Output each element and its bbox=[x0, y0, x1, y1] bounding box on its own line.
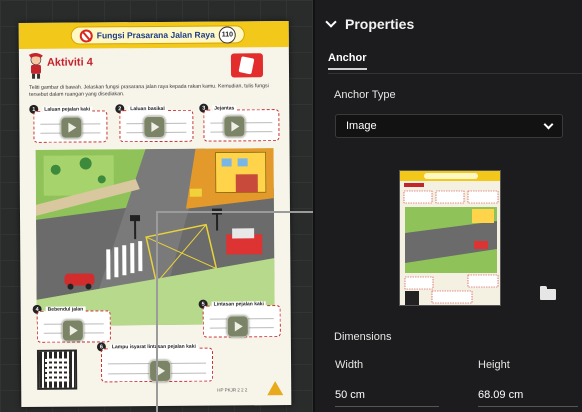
anchor-image-worksheet[interactable]: Fungsi Prasarana Jalan Raya 110 Aktiviti… bbox=[18, 21, 292, 407]
thumbnail-preview bbox=[400, 171, 500, 305]
activity-title: Aktiviti 4 bbox=[46, 56, 93, 69]
answer-box-label: Laluan pejalan kaki bbox=[42, 106, 93, 113]
anchor-section-tab[interactable]: Anchor bbox=[328, 52, 367, 70]
properties-panel: Properties Anchor Anchor Type Image Dime… bbox=[313, 0, 582, 412]
cards-icon bbox=[230, 53, 264, 78]
anchor-type-select[interactable]: Image bbox=[335, 114, 563, 138]
dimensions-label: Dimensions bbox=[334, 331, 392, 343]
anchor-type-label: Anchor Type bbox=[334, 89, 396, 101]
answer-box-label: Lintasan pejalan kaki bbox=[211, 301, 266, 308]
app-window: Fungsi Prasarana Jalan Raya 110 Aktiviti… bbox=[0, 0, 582, 412]
video-play-button-4[interactable] bbox=[61, 319, 84, 342]
worksheet-title-pill: Fungsi Prasarana Jalan Raya 110 bbox=[70, 25, 245, 45]
qr-code bbox=[36, 349, 78, 390]
warning-triangle-icon bbox=[267, 381, 284, 396]
anchor-gizmo-vertical[interactable] bbox=[156, 211, 158, 412]
answer-box-label: Bebendul jalan bbox=[45, 306, 86, 313]
anchor-image-thumbnail[interactable] bbox=[399, 170, 501, 306]
height-input[interactable]: 68.09 cm bbox=[478, 383, 578, 407]
folder-icon[interactable] bbox=[540, 286, 556, 300]
video-play-button-3[interactable] bbox=[223, 115, 246, 138]
height-label: Height bbox=[478, 359, 510, 371]
properties-header[interactable]: Properties bbox=[325, 12, 415, 36]
answer-box-label: Lampu isyarat lintasan pejalan kaki bbox=[109, 343, 198, 351]
answer-box-label: Laluan basikal bbox=[128, 105, 167, 113]
anchor-type-value: Image bbox=[346, 120, 377, 132]
video-play-button-1[interactable] bbox=[60, 116, 83, 139]
anchor-gizmo-horizontal[interactable] bbox=[157, 211, 313, 213]
activity-instructions: Teliti gambar di bawah. Jelaskan fungsi … bbox=[29, 83, 269, 98]
width-input[interactable]: 50 cm bbox=[335, 383, 439, 407]
answer-box-label: Jejantas bbox=[212, 105, 237, 112]
no-entry-icon bbox=[79, 28, 93, 43]
ar-viewport[interactable]: Fungsi Prasarana Jalan Raya 110 Aktiviti… bbox=[0, 0, 313, 412]
video-play-button-5[interactable] bbox=[226, 315, 249, 338]
page-number-badge: 110 bbox=[218, 25, 236, 44]
chevron-down-icon bbox=[543, 119, 554, 129]
video-play-button-2[interactable] bbox=[143, 115, 166, 139]
worksheet-title: Fungsi Prasarana Jalan Raya bbox=[96, 29, 215, 41]
worksheet-footer-tag: HP PKJR 2 2 2 bbox=[217, 387, 248, 393]
video-play-button-6[interactable] bbox=[149, 359, 172, 383]
properties-title: Properties bbox=[345, 16, 415, 32]
panel-divider[interactable] bbox=[313, 0, 315, 412]
width-label: Width bbox=[335, 359, 364, 371]
mascot-icon bbox=[28, 53, 43, 79]
chevron-down-icon[interactable] bbox=[325, 16, 337, 28]
section-divider bbox=[328, 73, 582, 74]
